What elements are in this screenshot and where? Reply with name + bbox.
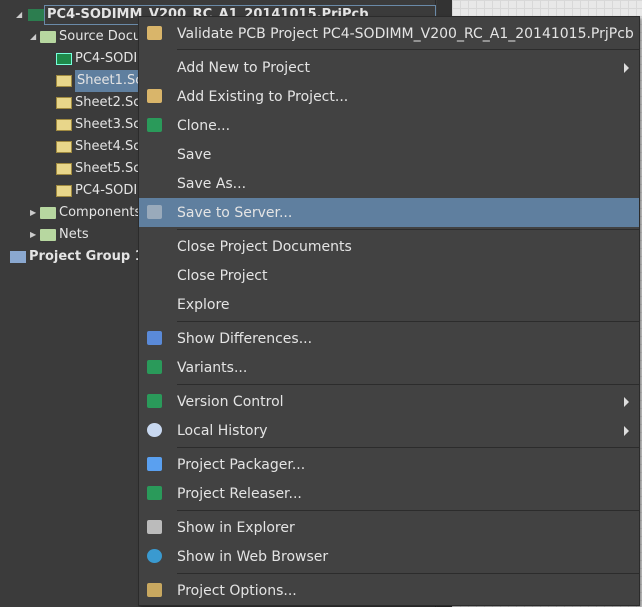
menu-item-project-packager[interactable]: Project Packager... <box>139 450 639 479</box>
menu-item-label: Show Differences... <box>177 330 313 347</box>
tree-item[interactable]: Sheet2.Sch <box>56 92 149 114</box>
schematic-icon <box>56 75 72 87</box>
tree-item[interactable]: PC4-SODI <box>56 180 137 202</box>
schematic-icon <box>56 141 72 153</box>
clock-icon <box>147 423 162 437</box>
menu-item-label: Close Project <box>177 267 268 284</box>
releaser-icon <box>147 486 162 500</box>
tree-folder-source[interactable]: ◢ Source Docu <box>30 26 141 48</box>
menu-item-explore[interactable]: Explore <box>139 290 639 319</box>
menu-item-label: Show in Explorer <box>177 519 295 536</box>
menu-separator <box>177 49 639 50</box>
explorer-icon <box>147 520 162 534</box>
server-save-icon <box>147 205 162 219</box>
menu-separator <box>177 447 639 448</box>
tree-label: Nets <box>59 227 89 242</box>
menu-item-project-options[interactable]: Project Options... <box>139 576 639 605</box>
submenu-arrow-icon <box>624 62 629 73</box>
schematic-icon <box>56 97 72 109</box>
submenu-arrow-icon <box>624 396 629 407</box>
menu-item-label: Explore <box>177 296 230 313</box>
options-icon <box>147 583 162 597</box>
menu-item-show-in-explorer[interactable]: Show in Explorer <box>139 513 639 542</box>
context-menu: Validate PCB Project PC4-SODIMM_V200_RC_… <box>138 16 640 606</box>
menu-item-label: Add Existing to Project... <box>177 88 349 105</box>
tree-folder-nets[interactable]: ▶ Nets <box>30 224 89 246</box>
variants-icon <box>147 360 162 374</box>
menu-item-close-project[interactable]: Close Project <box>139 261 639 290</box>
tree-project-group[interactable]: Project Group 1 <box>10 246 144 268</box>
clone-icon <box>147 118 162 132</box>
tree-item[interactable]: Sheet3.Sch <box>56 114 149 136</box>
pcb-file-icon <box>56 53 72 65</box>
submenu-arrow-icon <box>624 425 629 436</box>
collapse-icon[interactable]: ◢ <box>30 26 40 48</box>
menu-item-label: Variants... <box>177 359 248 376</box>
menu-item-local-history[interactable]: Local History <box>139 416 639 445</box>
menu-item-variants[interactable]: Variants... <box>139 353 639 382</box>
menu-item-show-in-web-browser[interactable]: Show in Web Browser <box>139 542 639 571</box>
menu-item-label: Clone... <box>177 117 231 134</box>
schematic-icon <box>56 119 72 131</box>
menu-item-label: Validate PCB Project PC4-SODIMM_V200_RC_… <box>177 25 634 42</box>
tree-folder-components[interactable]: ▶ Components <box>30 202 141 224</box>
menu-item-close-project-documents[interactable]: Close Project Documents <box>139 232 639 261</box>
menu-item-project-releaser[interactable]: Project Releaser... <box>139 479 639 508</box>
menu-item-label: Save As... <box>177 175 247 192</box>
dropbox-icon <box>147 457 162 471</box>
menu-item-label: Project Options... <box>177 582 297 599</box>
menu-item-add-existing-to-project[interactable]: Add Existing to Project... <box>139 82 639 111</box>
menu-item-label: Save <box>177 146 212 163</box>
tree-item[interactable]: PC4-SODI <box>56 48 137 70</box>
globe-icon <box>147 549 162 563</box>
tree-label: Project Group 1 <box>29 249 144 264</box>
expand-icon[interactable]: ▶ <box>30 224 40 246</box>
tree-label: PC4-SODI <box>75 183 138 198</box>
folder-icon <box>40 207 56 219</box>
menu-separator <box>177 510 639 511</box>
validate-icon <box>147 26 162 40</box>
menu-item-version-control[interactable]: Version Control <box>139 387 639 416</box>
menu-item-label: Version Control <box>177 393 284 410</box>
menu-item-label: Save to Server... <box>177 204 293 221</box>
menu-item-label: Local History <box>177 422 268 439</box>
differences-icon <box>147 331 162 345</box>
menu-item-label: Show in Web Browser <box>177 548 329 565</box>
folder-icon <box>40 31 56 43</box>
menu-separator <box>177 321 639 322</box>
menu-separator <box>177 573 639 574</box>
menu-item-label: Add New to Project <box>177 59 310 76</box>
add-existing-icon <box>147 89 162 103</box>
menu-item-show-differences[interactable]: Show Differences... <box>139 324 639 353</box>
pcb-project-icon <box>28 9 44 21</box>
tree-label: Components <box>59 205 142 220</box>
project-group-icon <box>10 251 26 263</box>
expand-icon[interactable]: ▶ <box>30 202 40 224</box>
tree-label: Source Docu <box>59 29 142 44</box>
menu-item-add-new-to-project[interactable]: Add New to Project <box>139 53 639 82</box>
collapse-icon[interactable]: ◢ <box>16 10 26 19</box>
menu-item-save[interactable]: Save <box>139 140 639 169</box>
menu-item-label: Project Releaser... <box>177 485 302 502</box>
menu-item-label: Project Packager... <box>177 456 306 473</box>
menu-item-save-to-server[interactable]: Save to Server... <box>139 198 639 227</box>
tree-item[interactable]: Sheet4.Sch <box>56 136 149 158</box>
menu-item-validate-pcb-project-pc4-sodimm-v200-rc-a1-20141015-prjpcb[interactable]: Validate PCB Project PC4-SODIMM_V200_RC_… <box>139 19 639 48</box>
schematic-icon <box>56 163 72 175</box>
document-icon <box>56 185 72 197</box>
menu-item-label: Close Project Documents <box>177 238 352 255</box>
tree-item[interactable]: Sheet5.Sch <box>56 158 149 180</box>
menu-separator <box>177 384 639 385</box>
folder-icon <box>40 229 56 241</box>
menu-item-save-as[interactable]: Save As... <box>139 169 639 198</box>
tree-label: PC4-SODI <box>75 51 138 66</box>
menu-separator <box>177 229 639 230</box>
version-control-icon <box>147 394 162 408</box>
menu-item-clone[interactable]: Clone... <box>139 111 639 140</box>
